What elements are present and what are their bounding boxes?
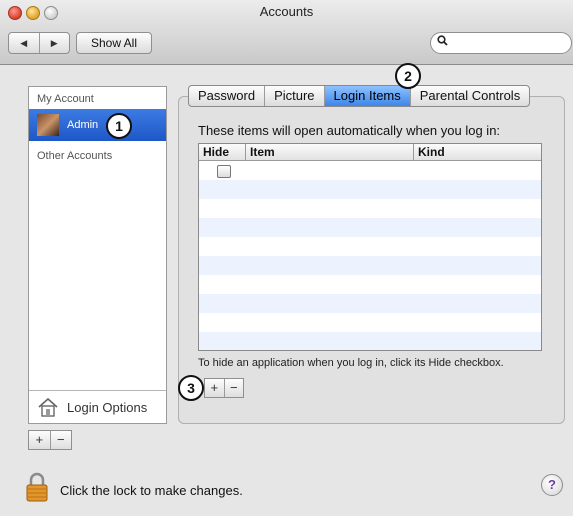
help-icon[interactable]: ? [541, 474, 563, 496]
table-rows [199, 161, 541, 350]
lock-message: Click the lock to make changes. [60, 483, 243, 498]
table-row [199, 275, 541, 294]
table-row [199, 294, 541, 313]
remove-account-button[interactable]: − [49, 431, 72, 449]
callout-1: 1 [106, 113, 132, 139]
login-items-intro: These items will open automatically when… [198, 123, 501, 138]
column-item[interactable]: Item [245, 144, 275, 160]
window-title: Accounts [259, 4, 314, 19]
table-row [199, 218, 541, 237]
search-field[interactable] [430, 32, 572, 54]
add-account-button[interactable]: + [29, 431, 50, 449]
tab-login-items[interactable]: Login Items [323, 86, 410, 106]
table-row [199, 332, 541, 350]
tab-picture[interactable]: Picture [264, 86, 323, 106]
hide-hint: To hide an application when you log in, … [198, 357, 504, 369]
tab-bar: Password Picture Login Items Parental Co… [188, 85, 531, 107]
table-row [199, 180, 541, 199]
table-header: Hide Item Kind [199, 144, 541, 161]
back-forward-control: ◀ ▶ [8, 32, 70, 54]
add-login-item-button[interactable]: + [205, 379, 224, 397]
back-button[interactable]: ◀ [9, 33, 39, 53]
remove-login-item-button[interactable]: − [223, 379, 244, 397]
search-icon [437, 35, 448, 49]
forward-button[interactable]: ▶ [38, 33, 70, 53]
table-row[interactable] [199, 161, 541, 180]
column-hide[interactable]: Hide [203, 144, 229, 160]
callout-2: 2 [395, 63, 421, 89]
sidebar-item-admin[interactable]: Admin [29, 109, 166, 141]
table-row [199, 237, 541, 256]
tab-password[interactable]: Password [189, 86, 264, 106]
house-icon [37, 397, 59, 420]
login-options-label: Login Options [67, 400, 148, 415]
other-accounts-header: Other Accounts [37, 150, 113, 162]
accounts-sidebar: My Account Admin Other Accounts Login Op… [28, 86, 167, 424]
table-row [199, 199, 541, 218]
title-bar: Accounts ◀ ▶ Show All [0, 0, 573, 65]
hide-checkbox[interactable] [217, 165, 231, 178]
login-items-table[interactable]: Hide Item Kind [198, 143, 542, 351]
sidebar-item-label: Admin [67, 119, 99, 131]
lock-icon[interactable] [26, 472, 48, 505]
show-all-button[interactable]: Show All [76, 32, 152, 54]
callout-3: 3 [178, 375, 204, 401]
accounts-window: Accounts ◀ ▶ Show All My Account Admin O… [0, 0, 573, 516]
avatar [37, 114, 59, 136]
my-account-header: My Account [37, 93, 94, 105]
table-row [199, 313, 541, 332]
tab-parental-controls[interactable]: Parental Controls [409, 86, 529, 106]
account-add-remove: + − [28, 430, 72, 450]
login-options-item[interactable]: Login Options [29, 390, 166, 423]
login-item-add-remove: + − [204, 378, 244, 398]
column-kind[interactable]: Kind [413, 144, 445, 160]
table-row [199, 256, 541, 275]
